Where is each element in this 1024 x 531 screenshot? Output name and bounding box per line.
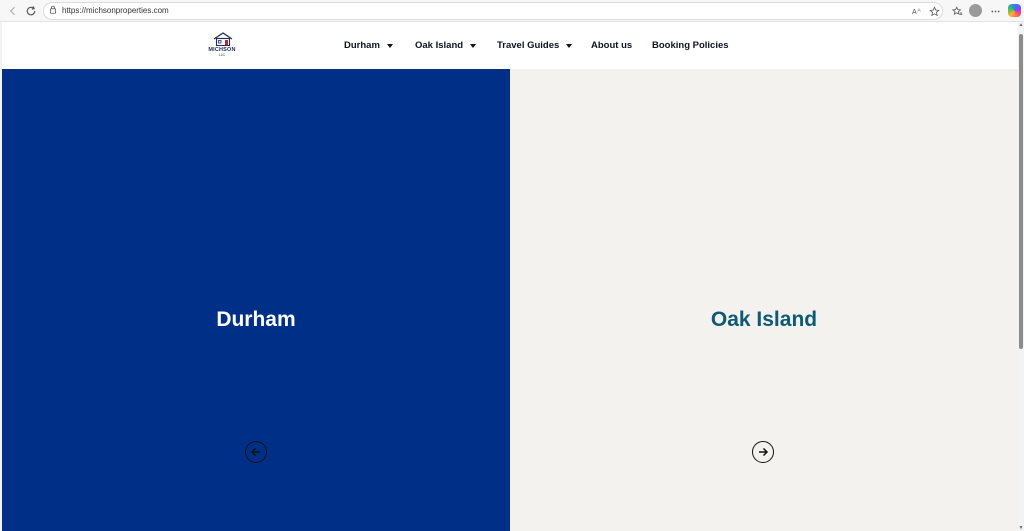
nav-item-durham[interactable]: Durham (344, 22, 393, 69)
page-scrollbar[interactable]: ▲ ▼ (1018, 22, 1024, 531)
address-bar[interactable]: https://michsonproperties.com (43, 2, 943, 20)
caret-down-icon (566, 43, 573, 48)
more-options-icon[interactable] (988, 4, 1002, 18)
caret-down-icon (470, 43, 477, 48)
site-header: MICHSON LLC Durham Oak Island Travel Gui… (2, 22, 1018, 69)
arrow-left-circle-icon[interactable] (245, 441, 267, 463)
durham-panel[interactable]: Durham (2, 69, 510, 531)
oak-island-title: Oak Island (710, 308, 818, 331)
site-logo[interactable]: MICHSON LLC (205, 32, 239, 60)
nav-label: Durham (344, 40, 380, 51)
favorites-icon[interactable] (950, 4, 964, 18)
url-text: https://michsonproperties.com (62, 6, 169, 15)
durham-title: Durham (216, 308, 296, 331)
copilot-icon[interactable] (1008, 4, 1021, 17)
svg-text:A: A (912, 8, 917, 15)
nav-item-booking-policies[interactable]: Booking Policies (652, 22, 729, 69)
nav-label: Oak Island (415, 40, 464, 51)
profile-avatar[interactable] (969, 4, 982, 17)
logo-sub: LLC (218, 53, 226, 57)
nav-label: Booking Policies (652, 40, 729, 51)
house-logo-icon (213, 32, 233, 46)
scroll-thumb[interactable] (1019, 34, 1023, 349)
hero-split: Durham Oak Island (2, 69, 1018, 531)
oak-island-panel[interactable]: Oak Island (510, 69, 1018, 531)
nav-item-oak-island[interactable]: Oak Island (415, 22, 477, 69)
lock-icon (49, 5, 57, 19)
back-icon[interactable] (5, 3, 21, 19)
svg-text:A: A (917, 7, 921, 12)
scroll-up-icon[interactable]: ▲ (1018, 22, 1024, 28)
caret-down-icon (386, 43, 393, 48)
read-aloud-icon[interactable]: AA (910, 4, 924, 18)
nav-item-about-us[interactable]: About us (591, 22, 632, 69)
favorite-star-icon[interactable] (927, 4, 941, 18)
web-page: MICHSON LLC Durham Oak Island Travel Gui… (2, 22, 1018, 531)
refresh-icon[interactable] (23, 3, 39, 19)
nav-label: About us (591, 40, 633, 51)
arrow-right-circle-icon[interactable] (752, 441, 774, 463)
scroll-down-icon[interactable]: ▼ (1018, 525, 1024, 531)
nav-item-travel-guides[interactable]: Travel Guides (497, 22, 573, 69)
nav-label: Travel Guides (497, 40, 560, 51)
browser-toolbar: https://michsonproperties.com AA (0, 0, 1024, 22)
